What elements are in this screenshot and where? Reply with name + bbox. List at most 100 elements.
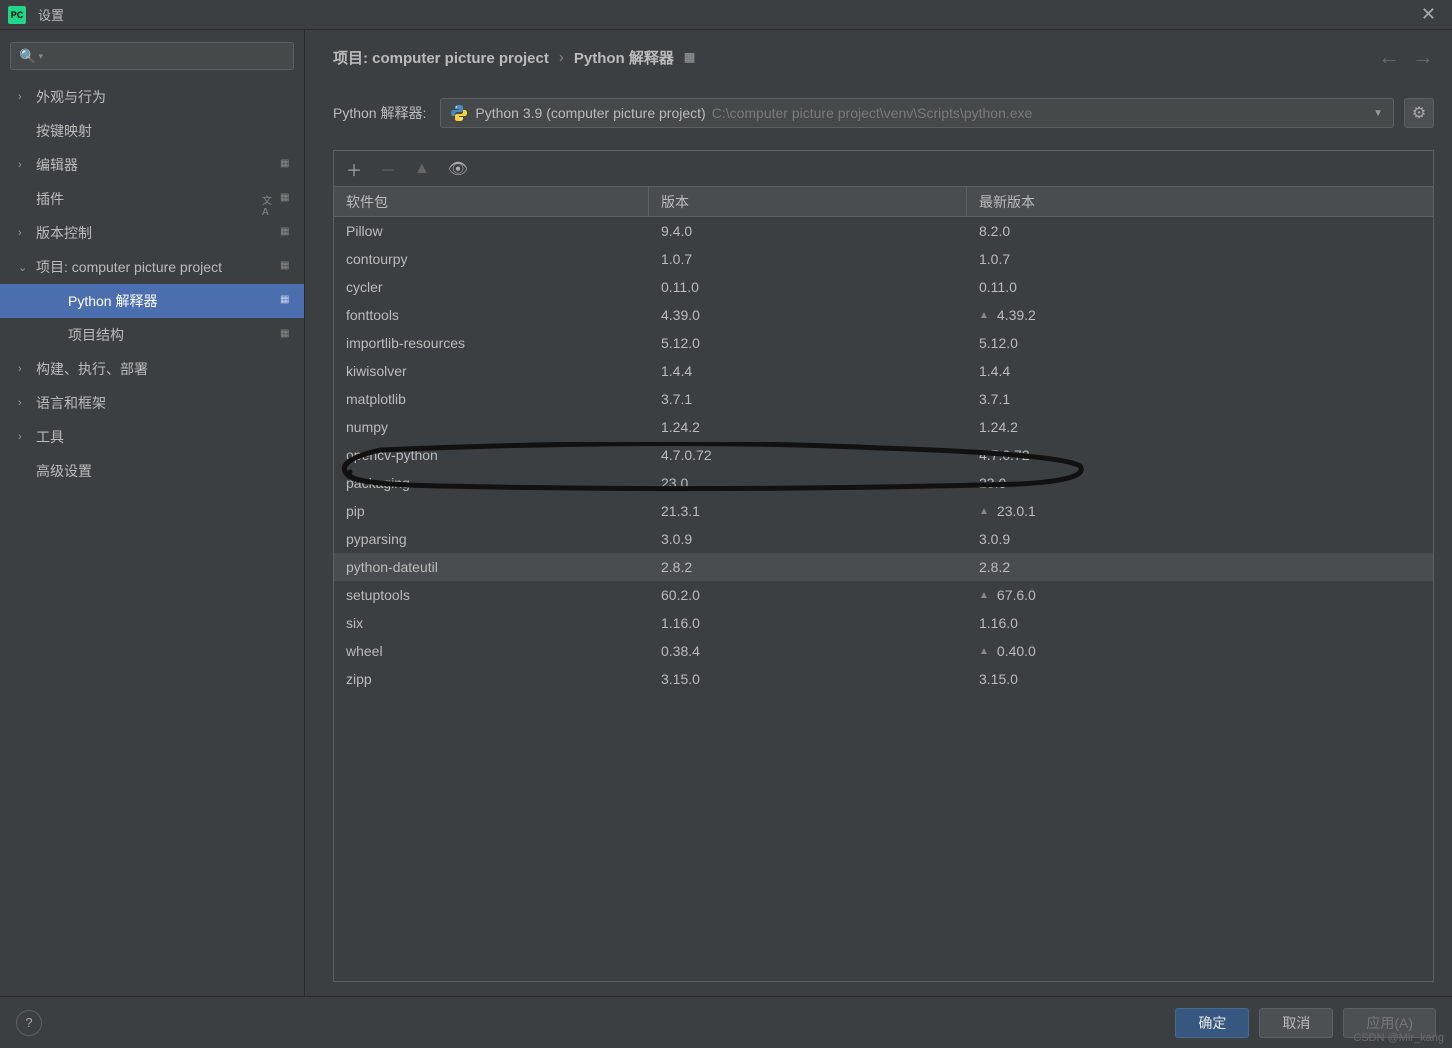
config-scope-icon: ▦	[280, 328, 294, 342]
package-name: numpy	[334, 419, 649, 435]
sidebar-item-label: 语言和框架	[36, 393, 294, 413]
package-name: wheel	[334, 643, 649, 659]
package-name: fonttools	[334, 307, 649, 323]
show-early-releases-button[interactable]: 👁	[448, 159, 468, 179]
table-row[interactable]: pip21.3.1▲23.0.1	[334, 497, 1433, 525]
sidebar-item[interactable]: 项目结构▦	[0, 318, 304, 352]
package-name: Pillow	[334, 223, 649, 239]
package-list[interactable]: Pillow9.4.08.2.0contourpy1.0.71.0.7cycle…	[334, 217, 1433, 981]
package-latest: 3.15.0	[967, 671, 1433, 687]
package-name: opencv-python	[334, 447, 649, 463]
sidebar-item-label: 项目: computer picture project	[36, 257, 276, 277]
watermark: CSDN @Mir_kang	[1353, 1032, 1444, 1044]
package-latest: 1.16.0	[967, 615, 1433, 631]
package-name: setuptools	[334, 587, 649, 603]
breadcrumb: 项目: computer picture project › Python 解释…	[333, 44, 1434, 70]
lang-badge-icon: 文A	[262, 192, 276, 206]
package-latest: 8.2.0	[967, 223, 1433, 239]
package-version: 5.12.0	[649, 335, 967, 351]
sidebar-item[interactable]: 构建、执行、部署	[0, 352, 304, 386]
interpreter-select[interactable]: Python 3.9 (computer picture project) C:…	[440, 98, 1394, 128]
table-row[interactable]: pyparsing3.0.93.0.9	[334, 525, 1433, 553]
table-row[interactable]: opencv-python4.7.0.724.7.0.72	[334, 441, 1433, 469]
package-latest: ▲4.39.2	[967, 307, 1433, 323]
table-row[interactable]: kiwisolver1.4.41.4.4	[334, 357, 1433, 385]
interpreter-row: Python 解释器: Python 3.9 (computer picture…	[333, 98, 1434, 128]
sidebar-item[interactable]: Python 解释器▦	[0, 284, 304, 318]
package-version: 4.7.0.72	[649, 447, 967, 463]
package-latest: 2.8.2	[967, 559, 1433, 575]
package-latest: 1.4.4	[967, 363, 1433, 379]
package-name: packaging	[334, 475, 649, 491]
search-icon: 🔍	[19, 48, 36, 65]
package-table-header: 软件包 版本 最新版本	[334, 187, 1433, 217]
package-version: 1.4.4	[649, 363, 967, 379]
sidebar-item[interactable]: 外观与行为	[0, 80, 304, 114]
package-latest: ▲23.0.1	[967, 503, 1433, 519]
expand-arrow-icon	[18, 159, 32, 171]
package-version: 3.7.1	[649, 391, 967, 407]
package-version: 23.0	[649, 475, 967, 491]
package-name: python-dateutil	[334, 559, 649, 575]
package-version: 3.15.0	[649, 671, 967, 687]
search-input[interactable]: 🔍 ▾	[10, 42, 294, 70]
table-row[interactable]: fonttools4.39.0▲4.39.2	[334, 301, 1433, 329]
sidebar-item[interactable]: 按键映射	[0, 114, 304, 148]
upgrade-package-button[interactable]: ▲	[414, 160, 430, 178]
package-name: zipp	[334, 671, 649, 687]
table-row[interactable]: importlib-resources5.12.05.12.0	[334, 329, 1433, 357]
sidebar-item[interactable]: 项目: computer picture project▦	[0, 250, 304, 284]
table-row[interactable]: six1.16.01.16.0	[334, 609, 1433, 637]
expand-arrow-icon	[18, 91, 32, 103]
sidebar-item[interactable]: 高级设置	[0, 454, 304, 488]
package-version: 9.4.0	[649, 223, 967, 239]
package-latest: ▲67.6.0	[967, 587, 1433, 603]
add-package-button[interactable]: ＋	[346, 157, 362, 181]
column-package[interactable]: 软件包	[334, 187, 649, 216]
sidebar-item-label: 编辑器	[36, 155, 276, 175]
table-row[interactable]: matplotlib3.7.13.7.1	[334, 385, 1433, 413]
help-button[interactable]: ?	[16, 1010, 42, 1036]
table-row[interactable]: cycler0.11.00.11.0	[334, 273, 1433, 301]
titlebar: PC 设置 ✕	[0, 0, 1452, 30]
table-row[interactable]: packaging23.023.0	[334, 469, 1433, 497]
breadcrumb-separator: ›	[559, 49, 564, 66]
remove-package-button[interactable]: －	[380, 157, 396, 181]
nav-back-icon[interactable]: ←	[1378, 44, 1400, 70]
package-version: 1.16.0	[649, 615, 967, 631]
sidebar-item[interactable]: 插件文A▦	[0, 182, 304, 216]
sidebar-item[interactable]: 版本控制▦	[0, 216, 304, 250]
table-row[interactable]: setuptools60.2.0▲67.6.0	[334, 581, 1433, 609]
table-row[interactable]: Pillow9.4.08.2.0	[334, 217, 1433, 245]
gear-button[interactable]: ⚙	[1404, 98, 1434, 128]
ok-button[interactable]: 确定	[1175, 1008, 1249, 1038]
table-row[interactable]: python-dateutil2.8.22.8.2	[334, 553, 1433, 581]
sidebar-item-label: 插件	[36, 189, 258, 209]
package-latest: 3.7.1	[967, 391, 1433, 407]
expand-arrow-icon	[18, 261, 32, 274]
table-row[interactable]: numpy1.24.21.24.2	[334, 413, 1433, 441]
package-version: 21.3.1	[649, 503, 967, 519]
cancel-button[interactable]: 取消	[1259, 1008, 1333, 1038]
app-icon: PC	[8, 6, 26, 24]
config-scope-icon: ▦	[280, 294, 294, 308]
package-name: importlib-resources	[334, 335, 649, 351]
sidebar-item[interactable]: 编辑器▦	[0, 148, 304, 182]
column-version[interactable]: 版本	[649, 187, 967, 216]
column-latest[interactable]: 最新版本	[967, 187, 1433, 216]
python-icon	[451, 105, 467, 121]
package-name: six	[334, 615, 649, 631]
sidebar-item[interactable]: 工具	[0, 420, 304, 454]
close-icon[interactable]: ✕	[1413, 4, 1444, 25]
table-row[interactable]: zipp3.15.03.15.0	[334, 665, 1433, 693]
expand-arrow-icon	[18, 227, 32, 239]
sidebar-item-label: 外观与行为	[36, 87, 294, 107]
sidebar-item-label: 工具	[36, 427, 294, 447]
nav-forward-icon[interactable]: →	[1412, 44, 1434, 70]
table-row[interactable]: wheel0.38.4▲0.40.0	[334, 637, 1433, 665]
package-panel: ＋ － ▲ 👁 软件包 版本 最新版本 Pillow9.4.08.2.0cont…	[333, 150, 1434, 982]
package-name: matplotlib	[334, 391, 649, 407]
sidebar-item-label: 构建、执行、部署	[36, 359, 294, 379]
table-row[interactable]: contourpy1.0.71.0.7	[334, 245, 1433, 273]
sidebar-item[interactable]: 语言和框架	[0, 386, 304, 420]
